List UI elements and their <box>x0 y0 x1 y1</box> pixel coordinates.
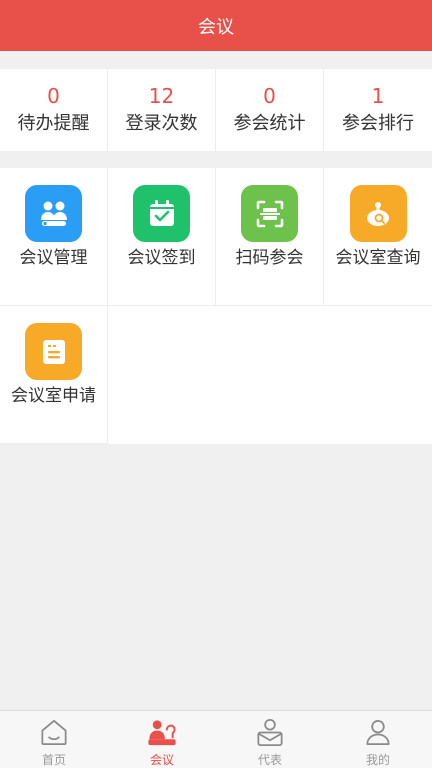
stat-label: 待办提醒 <box>17 113 90 134</box>
menu-item-label: 会议签到 <box>127 248 196 268</box>
stat-value: 0 <box>263 84 276 108</box>
menu-item-label: 会议室申请 <box>11 386 96 406</box>
stat-label: 参会统计 <box>233 113 306 134</box>
document-icon <box>25 323 82 380</box>
tab-label: 会议 <box>149 753 174 767</box>
menu-item-scan-to-attend[interactable]: 扫码参会 <box>216 168 324 306</box>
page-title: 会议 <box>198 16 234 38</box>
room-search-icon <box>349 185 407 242</box>
profile-icon <box>366 719 390 746</box>
stat-value: 1 <box>371 84 385 108</box>
menu-item-label: 扫码参会 <box>235 248 304 268</box>
menu-item-label: 会议室查询 <box>335 248 421 268</box>
home-icon <box>41 719 67 746</box>
grid-empty-cell <box>324 306 432 444</box>
menu-item-room-query[interactable]: 会议室查询 <box>324 168 432 306</box>
scan-icon <box>241 185 298 242</box>
menu-item-meeting-management[interactable]: 会议管理 <box>0 168 108 306</box>
tab-label: 首页 <box>41 753 66 767</box>
header-bar: 会议 <box>0 0 432 51</box>
menu-item-label: 会议管理 <box>19 248 88 268</box>
stat-attendance-statistics[interactable]: 0 参会统计 <box>216 69 324 151</box>
function-grid: 会议管理 会议签到 扫码参会 会议室查询 会议室申请 <box>0 168 432 444</box>
grid-empty-cell <box>108 306 216 444</box>
tab-label: 我的 <box>365 753 390 767</box>
stat-label: 参会排行 <box>342 113 414 134</box>
stat-value: 0 <box>47 84 60 108</box>
calendar-check-icon <box>133 185 190 242</box>
grid-empty-cell <box>216 306 324 444</box>
stat-login-count[interactable]: 12 登录次数 <box>108 69 216 151</box>
stat-attendance-ranking[interactable]: 1 参会排行 <box>324 69 432 151</box>
bottom-tab-bar: 首页 会议 代表 我的 <box>0 710 432 768</box>
people-icon <box>25 185 82 242</box>
menu-item-room-application[interactable]: 会议室申请 <box>0 306 108 444</box>
stat-pending-reminders[interactable]: 0 待办提醒 <box>0 69 108 151</box>
meeting-icon <box>148 720 176 746</box>
stats-bar: 0 待办提醒 12 登录次数 0 参会统计 1 参会排行 <box>0 69 432 151</box>
representative-icon <box>257 719 283 746</box>
tab-profile[interactable]: 我的 <box>324 711 432 768</box>
menu-item-meeting-checkin[interactable]: 会议签到 <box>108 168 216 306</box>
stat-label: 登录次数 <box>125 113 198 134</box>
tab-meeting[interactable]: 会议 <box>108 711 216 768</box>
tab-representative[interactable]: 代表 <box>216 711 324 768</box>
stat-value: 12 <box>148 84 175 108</box>
tab-home[interactable]: 首页 <box>0 711 108 768</box>
tab-label: 代表 <box>257 753 282 767</box>
